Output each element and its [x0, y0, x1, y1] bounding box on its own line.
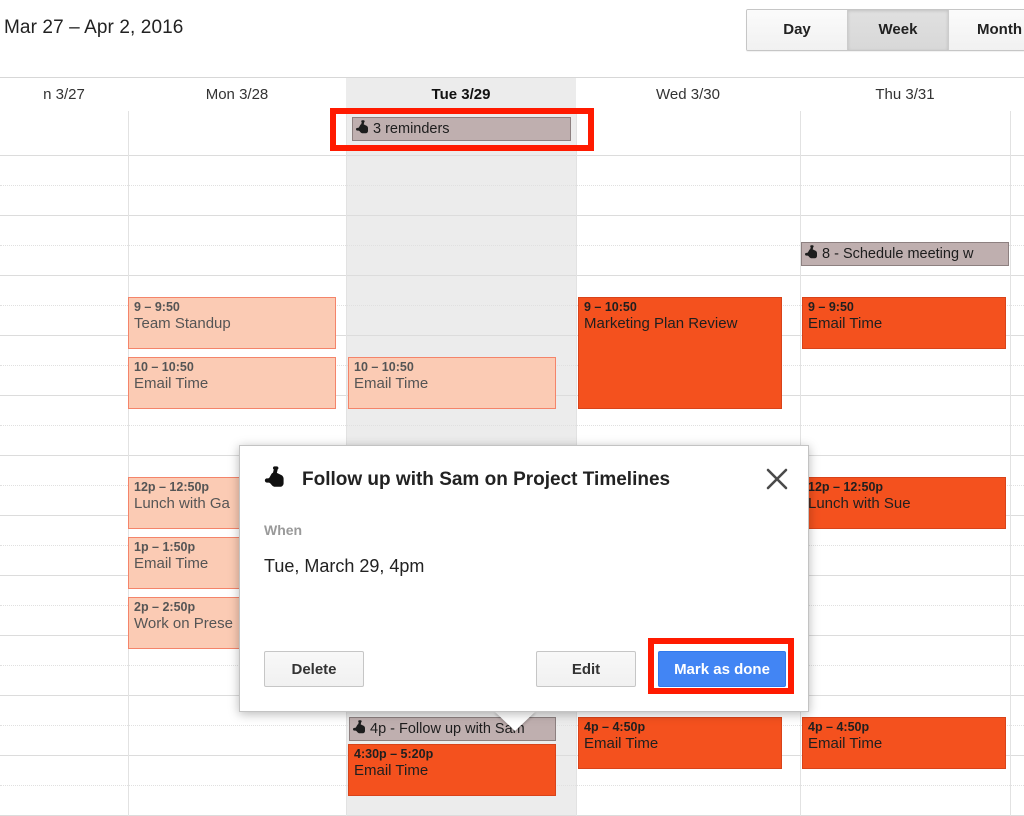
reminder-hand-icon	[353, 720, 368, 740]
delete-button[interactable]: Delete	[264, 651, 364, 687]
event-title: Email Time	[584, 735, 659, 752]
event-block[interactable]: 10 – 10:50 Email Time	[128, 357, 336, 409]
when-value: Tue, March 29, 4pm	[264, 556, 425, 576]
day-header-thu[interactable]: Thu 3/31	[800, 78, 1010, 112]
day-header-sun[interactable]: n 3/27	[0, 78, 128, 112]
mark-as-done-button[interactable]: Mark as done	[658, 651, 786, 687]
view-button-month[interactable]: Month	[949, 10, 1024, 50]
toolbar: Mar 27 – Apr 2, 2016 Day Week Month	[0, 0, 1024, 62]
half-hour-line	[0, 425, 1024, 426]
event-time: 12p – 12:50p	[808, 480, 884, 494]
event-time: 4p – 4:50p	[808, 720, 870, 734]
event-block[interactable]: 9 – 10:50 Marketing Plan Review	[578, 297, 782, 409]
event-title: Email Time	[808, 315, 883, 332]
event-title: Team Standup	[134, 315, 231, 332]
event-block[interactable]: 4p – 4:50p Email Time	[578, 717, 782, 769]
reminder-chip-schedule-meeting[interactable]: 8 - Schedule meeting w	[801, 242, 1009, 266]
dialog-tail	[494, 711, 536, 731]
page-title: Mar 27 – Apr 2, 2016	[4, 17, 184, 38]
view-switcher[interactable]: Day Week Month	[746, 9, 1024, 51]
when-label: When	[264, 522, 303, 538]
hour-line	[0, 275, 1024, 276]
reminder-hand-icon	[356, 120, 371, 140]
all-day-reminder-chip[interactable]: 3 reminders	[352, 117, 571, 141]
view-button-day[interactable]: Day	[747, 10, 848, 50]
event-title: Email Time	[134, 375, 209, 392]
event-block[interactable]: 10 – 10:50 Email Time	[348, 357, 556, 409]
column-divider	[800, 111, 801, 155]
hour-line	[0, 155, 1024, 156]
event-time: 10 – 10:50	[134, 360, 194, 374]
event-time: 4:30p – 5:20p	[354, 747, 434, 761]
event-block[interactable]: 4:30p – 5:20p Email Time	[348, 744, 556, 796]
day-header-tue[interactable]: Tue 3/29	[346, 78, 576, 112]
reminder-hand-icon	[805, 245, 820, 265]
event-title: Email Time	[354, 762, 429, 779]
event-time: 9 – 10:50	[584, 300, 637, 314]
event-time: 9 – 9:50	[808, 300, 854, 314]
dialog-title: Follow up with Sam on Project Timelines	[302, 469, 671, 490]
day-header-row: n 3/27 Mon 3/28 Tue 3/29 Wed 3/30 Thu 3/…	[0, 77, 1024, 113]
reminder-hand-icon	[264, 466, 288, 492]
event-title: Email Time	[808, 735, 883, 752]
reminder-detail-dialog: Follow up with Sam on Project Timelines …	[239, 445, 809, 712]
event-title: Email Time	[354, 375, 429, 392]
all-day-row: 3 reminders	[0, 111, 1024, 156]
day-header-wed[interactable]: Wed 3/30	[576, 78, 800, 112]
all-day-reminder-label: 3 reminders	[373, 121, 450, 137]
event-title: Lunch with Sue	[808, 495, 911, 512]
event-time: 4p – 4:50p	[584, 720, 646, 734]
event-block[interactable]: 9 – 9:50 Email Time	[802, 297, 1006, 349]
hour-line	[0, 215, 1024, 216]
half-hour-line	[0, 185, 1024, 186]
column-divider	[346, 111, 347, 155]
event-block[interactable]: 9 – 9:50 Team Standup	[128, 297, 336, 349]
reminder-label: 8 - Schedule meeting w	[822, 246, 974, 262]
column-divider	[576, 111, 577, 155]
day-header-mon[interactable]: Mon 3/28	[128, 78, 346, 112]
event-title: Marketing Plan Review	[584, 315, 738, 332]
column-divider	[128, 111, 129, 155]
event-block[interactable]: 4p – 4:50p Email Time	[802, 717, 1006, 769]
close-icon[interactable]	[764, 466, 790, 492]
edit-button[interactable]: Edit	[536, 651, 636, 687]
event-time: 10 – 10:50	[354, 360, 414, 374]
column-divider	[1010, 155, 1011, 816]
column-divider	[1010, 111, 1011, 155]
event-time: 9 – 9:50	[134, 300, 180, 314]
event-block[interactable]: 12p – 12:50p Lunch with Sue	[802, 477, 1006, 529]
view-button-week[interactable]: Week	[848, 10, 949, 50]
